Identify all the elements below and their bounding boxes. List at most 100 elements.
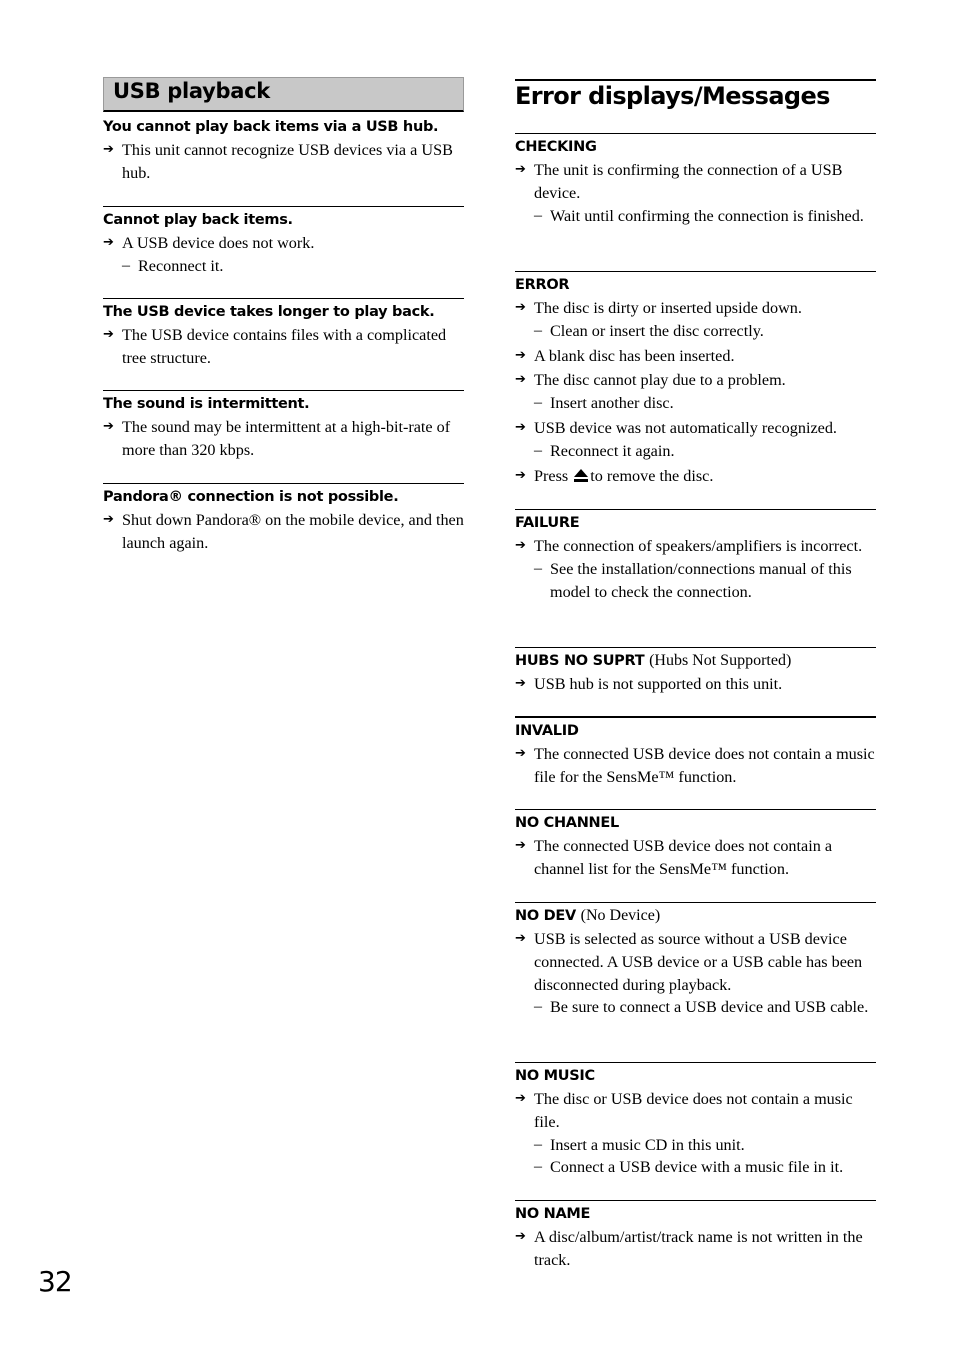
divider xyxy=(103,483,464,484)
list-item: ➔ Shut down Pandora® on the mobile device… xyxy=(103,511,464,552)
message-block-no-channel: NO CHANNEL ➔ The connected USB device doe… xyxy=(515,809,876,881)
arrow-icon: ➔ xyxy=(515,746,526,761)
list-item: ➔ Press to remove the disc. xyxy=(515,465,876,488)
list-item: – Clean or insert the disc correctly. xyxy=(515,320,876,343)
list-item: ➔ The USB device contains files with a co… xyxy=(103,326,447,367)
divider xyxy=(515,647,876,648)
title-rule xyxy=(515,79,876,81)
arrow-icon: ➔ xyxy=(103,419,114,434)
arrow-icon: ➔ xyxy=(515,838,526,853)
message-block-no-music: NO MUSIC ➔ The disc or USB device does no… xyxy=(515,1062,876,1179)
list-item: ➔ The disc cannot play due to a problem. xyxy=(515,369,876,392)
list-item: ➔ A blank disc has been inserted. xyxy=(515,345,876,368)
eject-icon xyxy=(574,468,589,482)
message-block-error: ERROR ➔ The disc is dirty or inserted ups… xyxy=(515,271,876,487)
arrow-icon: ➔ xyxy=(103,327,114,342)
message-code: NO MUSIC xyxy=(515,1068,595,1084)
message-block-invalid: INVALID ➔ The connected USB device does n… xyxy=(515,716,876,789)
dash-icon: – xyxy=(534,998,542,1016)
list-item: – Be sure to connect a USB device and USB… xyxy=(515,996,876,1019)
list-item: – Wait until confirming the connection is… xyxy=(515,205,876,228)
divider xyxy=(103,298,464,299)
message-code: FAILURE xyxy=(515,515,580,531)
dash-icon: – xyxy=(534,394,542,412)
trouble-block-takes-longer: The USB device takes longer to play back… xyxy=(103,298,464,370)
arrow-icon: ➔ xyxy=(515,1091,526,1106)
list-item: ➔ The disc or USB device does not contain… xyxy=(515,1090,853,1131)
divider xyxy=(515,716,876,718)
message-code: NO NAME xyxy=(515,1206,591,1222)
list-item: – See the installation/connections manual… xyxy=(534,559,852,601)
list-item: ➔ USB is selected as source without a USB… xyxy=(515,930,863,994)
dash-icon: – xyxy=(534,1158,542,1176)
block-heading: The sound is intermittent. xyxy=(103,396,310,412)
arrow-icon: ➔ xyxy=(515,419,526,435)
message-code: INVALID xyxy=(515,723,579,739)
arrow-icon: ➔ xyxy=(515,372,526,388)
dash-icon: – xyxy=(534,321,542,339)
message-expansion: (No Device) xyxy=(580,907,661,924)
dash-icon: – xyxy=(534,441,542,459)
list-item: – Reconnect it. xyxy=(103,255,464,278)
block-heading: You cannot play back items via a USB hub… xyxy=(103,119,439,135)
divider xyxy=(515,271,876,272)
divider xyxy=(515,902,876,903)
arrow-icon: ➔ xyxy=(103,235,114,250)
list-item: ➔ This unit cannot recognize USB devices … xyxy=(103,141,453,182)
page-title: Error displays/Messages xyxy=(515,82,830,110)
message-block-hubs-no-suprt: HUBS NO SUPRT (Hubs Not Supported) ➔ USB … xyxy=(515,647,876,696)
list-item: ➔ A disc/album/artist/track name is not w… xyxy=(515,1228,863,1269)
arrow-icon: ➔ xyxy=(515,931,526,946)
arrow-icon: ➔ xyxy=(515,467,526,483)
message-code: HUBS NO SUPRT (Hubs Not Supported) xyxy=(515,652,792,669)
divider xyxy=(515,509,876,510)
page-number: 32 xyxy=(38,1265,73,1298)
section-header-usb-playback: USB playback xyxy=(103,77,464,112)
arrow-icon: ➔ xyxy=(515,676,526,691)
dash-icon: – xyxy=(534,1135,542,1153)
trouble-block-intermittent: The sound is intermittent. ➔ The sound ma… xyxy=(103,390,464,462)
arrow-icon: ➔ xyxy=(515,300,526,315)
divider xyxy=(515,1062,876,1063)
divider xyxy=(103,206,464,207)
list-item: ➔ USB hub is not supported on this unit. xyxy=(515,673,876,696)
block-heading: Cannot play back items. xyxy=(103,212,293,228)
list-item: – Insert a music CD in this unit. xyxy=(515,1134,876,1157)
arrow-icon: ➔ xyxy=(515,538,526,553)
divider xyxy=(515,809,876,810)
dash-icon: – xyxy=(122,256,130,274)
list-item: ➔ The connected USB device does not conta… xyxy=(515,745,875,786)
dash-icon: – xyxy=(534,559,542,577)
list-item: – Reconnect it again. xyxy=(515,440,876,463)
message-code: CHECKING xyxy=(515,139,597,155)
block-heading: Pandora® connection is not possible. xyxy=(103,489,399,505)
trouble-block-pandora: Pandora® connection is not possible. ➔ Sh… xyxy=(103,483,464,555)
message-code: NO CHANNEL xyxy=(515,815,619,831)
block-heading: The USB device takes longer to play back… xyxy=(103,304,435,320)
list-item: ➔ The disc is dirty or inserted upside do… xyxy=(515,297,876,320)
arrow-icon: ➔ xyxy=(515,162,526,177)
divider xyxy=(103,390,464,391)
list-item: ➔ A USB device does not work. xyxy=(103,232,464,255)
arrow-icon: ➔ xyxy=(515,347,526,363)
list-item: ➔ The unit is confirming the connection o… xyxy=(515,161,843,202)
list-item: ➔ USB device was not automatically recogn… xyxy=(515,417,876,440)
message-block-checking: CHECKING ➔ The unit is confirming the con… xyxy=(515,133,876,227)
message-block-failure: FAILURE ➔ The connection of speakers/ampl… xyxy=(515,509,876,603)
trouble-block-usb-hub: You cannot play back items via a USB hub… xyxy=(103,113,464,185)
arrow-icon: ➔ xyxy=(515,1229,526,1244)
divider xyxy=(515,1200,876,1201)
message-block-no-name: NO NAME ➔ A disc/album/artist/track name … xyxy=(515,1200,876,1272)
arrow-icon: ➔ xyxy=(103,512,114,527)
list-item: ➔ The sound may be intermittent at a high… xyxy=(103,418,451,459)
list-item: ➔ The connection of speakers/amplifiers i… xyxy=(515,535,876,558)
list-item: – Insert another disc. xyxy=(515,392,876,415)
list-item: ➔ The connected USB device does not conta… xyxy=(515,837,833,878)
message-block-no-dev: NO DEV (No Device) ➔ USB is selected as s… xyxy=(515,902,876,1019)
divider xyxy=(515,133,876,134)
dash-icon: – xyxy=(534,206,542,224)
arrow-icon: ➔ xyxy=(103,142,114,157)
message-code: NO DEV (No Device) xyxy=(515,907,661,924)
message-expansion: (Hubs Not Supported) xyxy=(649,652,792,669)
trouble-block-cannot-play: Cannot play back items. ➔ A USB device do… xyxy=(103,206,464,278)
